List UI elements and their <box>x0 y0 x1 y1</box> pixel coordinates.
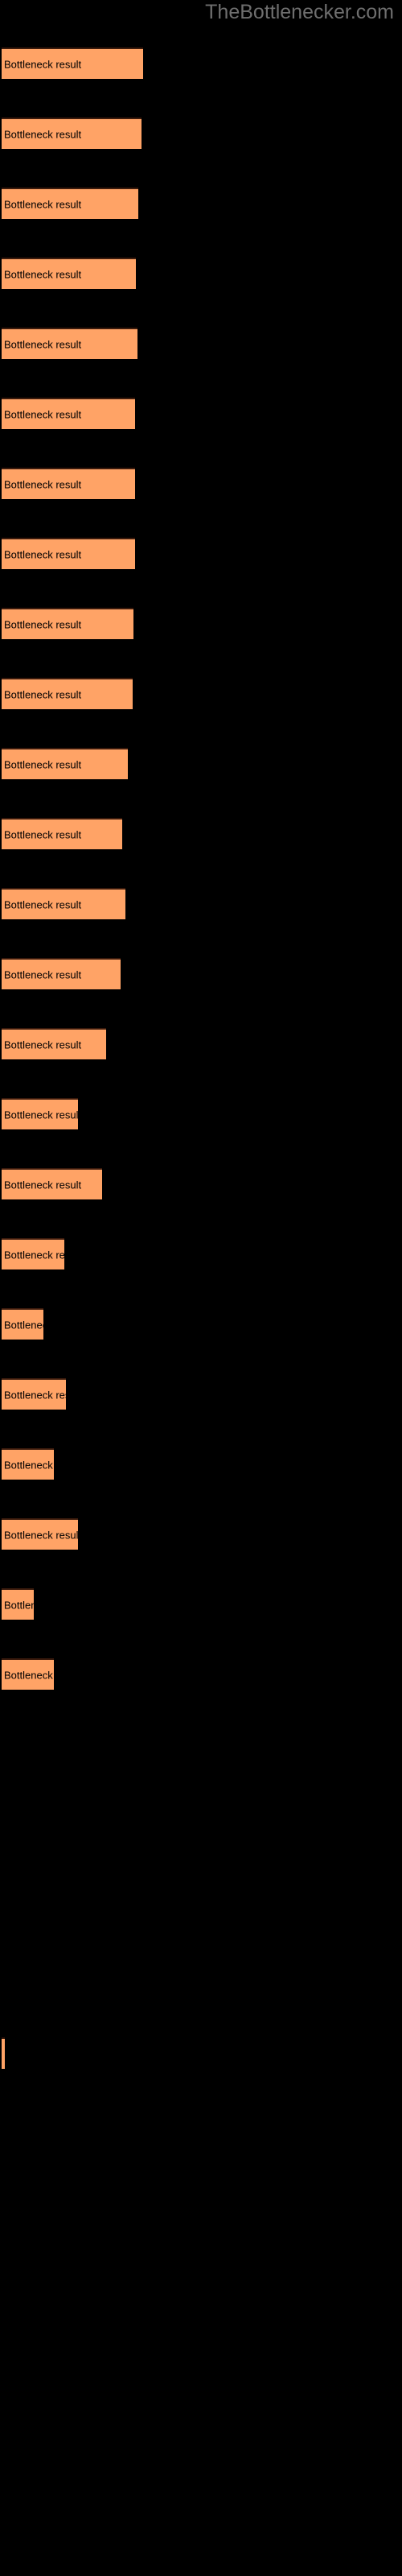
chart-bar: Bottleneck result <box>2 608 133 639</box>
bottleneck-chart-page: TheBottlenecker.com Bottleneck result Bot… <box>0 0 402 2576</box>
chart-bar-label: Bottleneck result <box>4 1599 34 1611</box>
chart-bar-label: Bottleneck result <box>4 758 82 770</box>
chart-bar-label: Bottleneck result <box>4 1038 82 1051</box>
chart-bar-label: Bottleneck result <box>4 268 82 280</box>
chart-bar-label: Bottleneck result <box>4 1669 54 1681</box>
chart-bar: Bottleneck result <box>2 1378 66 1410</box>
chart-bar: Bottleneck result <box>2 1588 34 1620</box>
chart-bar-label: Bottleneck result <box>4 1108 78 1121</box>
chart-bar: Bottleneck result <box>2 398 135 429</box>
chart-bar: Bottleneck result <box>2 958 121 989</box>
chart-bar: Bottleneck result <box>2 888 125 919</box>
chart-bar: Bottleneck result <box>2 118 142 149</box>
chart-bar-label: Bottleneck result <box>4 1249 64 1261</box>
chart-bar-label: Bottleneck result <box>4 968 82 980</box>
chart-bar: Bottleneck result <box>2 1308 43 1340</box>
chart-bar: Bottleneck result <box>2 47 143 79</box>
chart-bar-label: Bottleneck result <box>4 58 82 70</box>
chart-bar-label: Bottleneck result <box>4 408 82 420</box>
chart-bar: Bottleneck result <box>2 818 122 849</box>
chart-bar: Bottleneck result <box>2 328 137 359</box>
chart-bar-label: Bottleneck result <box>4 1179 82 1191</box>
bar-chart-plot-area: Bottleneck result Bottleneck result Bottle… <box>0 0 402 2576</box>
chart-bar: Bottleneck result <box>2 1028 106 1059</box>
chart-bar: Bottleneck result <box>2 188 138 219</box>
chart-bar-label: Bottleneck result <box>4 478 82 490</box>
chart-bar-label: Bottleneck result <box>4 1529 78 1541</box>
chart-bar: Bottleneck result <box>2 748 128 779</box>
chart-bar: Bottleneck result <box>2 1518 78 1550</box>
chart-bar-label: Bottleneck result <box>4 1389 66 1401</box>
chart-bar-label: Bottleneck result <box>4 548 82 560</box>
chart-bar: Bottleneck result <box>2 1448 54 1480</box>
chart-bar: Bottleneck result <box>2 468 135 499</box>
chart-bar-label: Bottleneck result <box>4 688 82 700</box>
chart-bar: Bottleneck result <box>2 1098 78 1129</box>
chart-bar-label: Bottleneck result <box>4 1319 43 1331</box>
chart-bar-label: Bottleneck result <box>4 618 82 630</box>
chart-bar: Bottleneck result <box>2 1168 102 1199</box>
chart-bar-label: Bottleneck result <box>4 128 82 140</box>
chart-bar: Bottleneck result <box>2 538 135 569</box>
chart-bar-label: Bottleneck result <box>4 198 82 210</box>
chart-bar-label: Bottleneck result <box>4 898 82 910</box>
chart-bar: Bottleneck result <box>2 1658 54 1690</box>
chart-bar-label: Bottleneck result <box>4 828 82 840</box>
chart-bar: Bottleneck result <box>2 258 136 289</box>
chart-bar: Bottleneck result <box>2 2037 5 2069</box>
chart-bar-label: Bottleneck result <box>4 338 82 350</box>
chart-bar-label: Bottleneck result <box>4 1459 54 1471</box>
chart-bar: Bottleneck result <box>2 1238 64 1269</box>
chart-bar: Bottleneck result <box>2 678 133 709</box>
